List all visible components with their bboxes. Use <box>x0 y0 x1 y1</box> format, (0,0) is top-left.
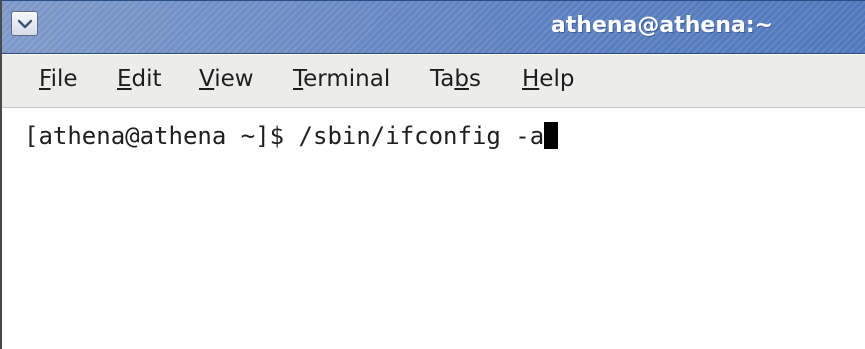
terminal-output-area[interactable]: [athena@athena ~]$ /sbin/ifconfig -a <box>2 108 865 349</box>
mnemonic-e: E <box>117 66 132 92</box>
menu-view[interactable]: View <box>199 66 254 92</box>
mnemonic-v: V <box>199 66 215 92</box>
chevron-down-icon <box>17 19 33 29</box>
terminal-window: athena@athena:~ File Edit View Terminal … <box>0 0 865 349</box>
menu-bar: File Edit View Terminal Tabs Help <box>2 55 865 108</box>
window-title: athena@athena:~ <box>550 13 774 38</box>
menu-help[interactable]: Help <box>522 66 574 92</box>
menu-edit[interactable]: Edit <box>117 66 162 92</box>
typed-command: /sbin/ifconfig -a <box>298 122 545 150</box>
command-line: [athena@athena ~]$ /sbin/ifconfig -a <box>24 122 559 150</box>
menu-file[interactable]: File <box>39 66 78 92</box>
mnemonic-b: b <box>454 66 469 92</box>
mnemonic-h: H <box>522 66 540 92</box>
mnemonic-f: F <box>39 66 51 92</box>
menu-terminal[interactable]: Terminal <box>293 66 390 92</box>
menu-tabs[interactable]: Tabs <box>430 66 481 92</box>
window-menu-button[interactable] <box>11 11 38 36</box>
shell-prompt: [athena@athena ~]$ <box>24 122 299 150</box>
title-bar[interactable]: athena@athena:~ <box>2 0 865 54</box>
mnemonic-t: T <box>293 66 304 92</box>
text-cursor <box>544 122 559 149</box>
